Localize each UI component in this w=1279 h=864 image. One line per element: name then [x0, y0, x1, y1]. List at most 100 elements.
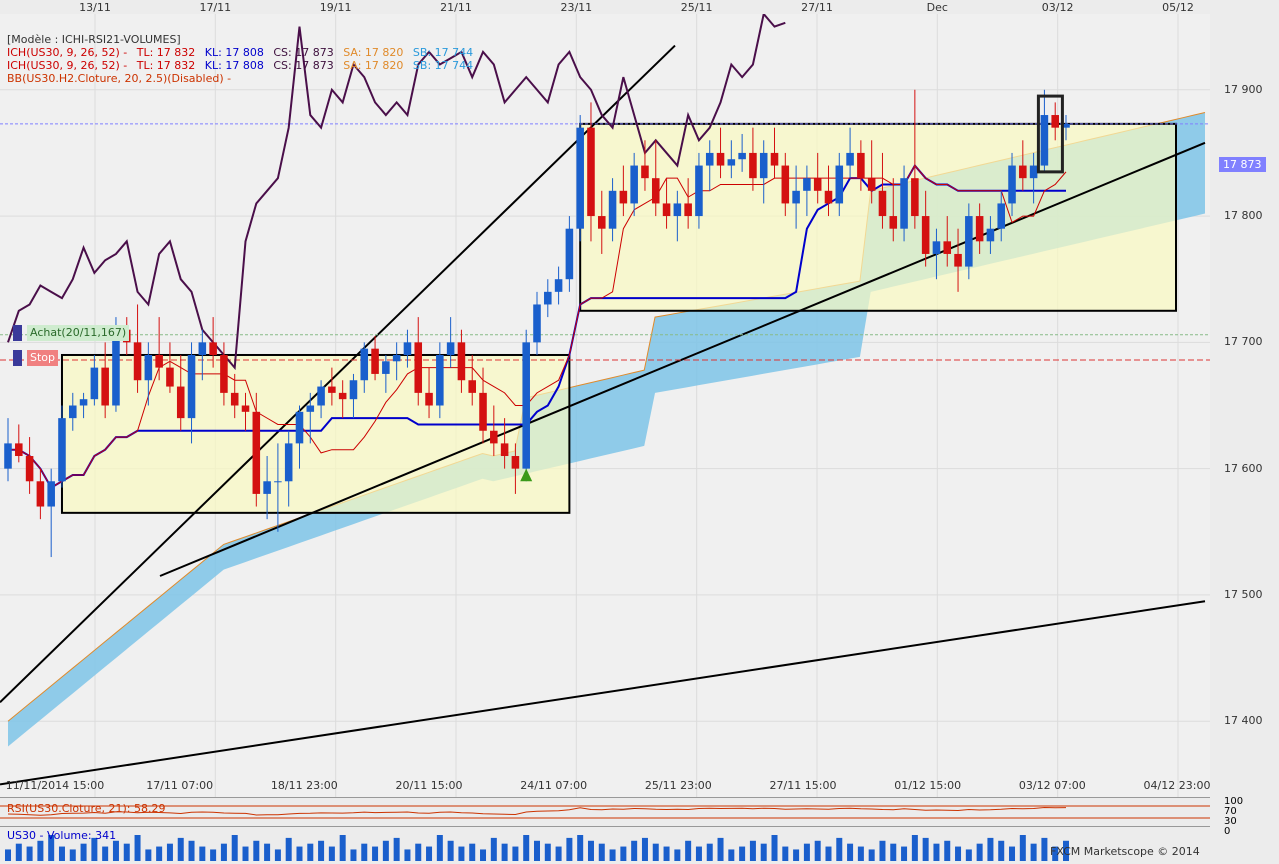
candle-body	[738, 152, 746, 160]
kijun-value: KL: 17 808	[204, 46, 264, 59]
volume-bar	[296, 846, 303, 861]
candle-body	[900, 178, 908, 229]
candle-body	[554, 279, 563, 292]
volume-bar	[706, 843, 713, 861]
volume-bar	[857, 846, 864, 861]
copyright: FXCM Marketscope © 2014	[1050, 845, 1200, 858]
candle-body	[997, 203, 1006, 229]
top-time-label: 25/11	[680, 1, 713, 14]
volume-bar	[480, 849, 487, 861]
tenkan-value: TL: 17 832	[136, 46, 196, 59]
volume-panel[interactable]	[0, 826, 1210, 861]
volume-bar	[393, 837, 400, 861]
candle-body	[500, 443, 509, 457]
rsi-plot	[0, 805, 1210, 819]
candle-body	[25, 456, 34, 482]
volume-bar	[512, 846, 519, 861]
candle-body	[824, 190, 833, 204]
candle-body	[511, 456, 520, 469]
top-time-label: 05/12	[1162, 1, 1194, 14]
volume-bar	[112, 840, 119, 861]
ich-name: ICH(US30, 9, 26, 52) -	[7, 46, 128, 59]
candle-body	[112, 329, 120, 406]
rsi-panel[interactable]	[0, 797, 1210, 826]
rsi-line	[7, 806, 1067, 816]
price-tick-label: 17 700	[1224, 335, 1263, 349]
candle-body	[15, 443, 23, 457]
bottom-time-label: 04/12 23:00	[1143, 779, 1211, 792]
bottom-time-label: 03/12 07:00	[1018, 779, 1086, 792]
price-scale[interactable]	[1210, 14, 1279, 797]
volume-bar	[447, 840, 454, 861]
volume-bar	[1041, 837, 1048, 861]
volume-bar	[825, 846, 832, 861]
candle-body	[338, 392, 347, 400]
volume-bar	[674, 849, 681, 861]
chikou-value: CS: 17 873	[273, 46, 334, 59]
candle-body	[846, 152, 854, 166]
price-tick-label: 17 600	[1224, 461, 1263, 475]
volume-bar	[555, 846, 562, 861]
candle-body	[101, 367, 109, 406]
candle-body	[878, 190, 887, 217]
volume-bar	[847, 843, 854, 861]
volume-bar	[685, 840, 692, 861]
buy-order-tag[interactable]: Achat(20/11,167)	[27, 325, 130, 341]
volume-bar	[102, 846, 109, 861]
candle-body	[284, 443, 293, 482]
candle-body	[986, 228, 995, 242]
candle-body	[1008, 165, 1016, 204]
volume-bar	[803, 843, 810, 861]
volume-bar	[749, 840, 756, 861]
stop-order-marker-icon[interactable]	[13, 350, 22, 366]
volume-bar	[760, 843, 767, 861]
volume-bar	[274, 849, 281, 861]
candle-body	[4, 443, 12, 469]
bottom-time-label: 25/11 23:00	[644, 779, 712, 792]
candle-body	[781, 165, 790, 204]
volume-bar	[641, 837, 648, 861]
candle-body	[975, 216, 984, 242]
volume-bar	[210, 849, 217, 861]
candle-body	[1051, 115, 1059, 128]
volume-bar	[58, 846, 65, 861]
candle-body	[587, 127, 595, 217]
buy-order-marker-icon[interactable]	[13, 325, 22, 341]
candle-body	[792, 190, 800, 204]
top-time-axis: 13/11 17/11 19/11 21/11 23/11 25/11 27/11 Dec 03…	[0, 0, 1279, 14]
candle-body	[414, 342, 423, 393]
volume-bar	[199, 846, 206, 861]
volume-bar	[318, 840, 325, 861]
candle	[576, 115, 584, 242]
candle-body	[446, 342, 455, 355]
candle-body	[619, 190, 628, 204]
volume-bar	[836, 837, 843, 861]
volume-label: US30 - Volume: 341	[7, 829, 117, 842]
volume-bar	[663, 846, 670, 861]
candle-body	[295, 411, 304, 444]
volume-bar	[598, 843, 605, 861]
volume-bar	[458, 846, 465, 861]
candle-body	[749, 152, 757, 179]
ichimoku-legend-1: ICH(US30, 9, 26, 52) - TL: 17 832 KL: 17…	[7, 46, 479, 59]
stop-order-tag[interactable]: Stop	[27, 350, 59, 366]
tenkan-value: TL: 17 832	[136, 59, 196, 72]
volume-bar	[242, 846, 249, 861]
volume-bar	[955, 846, 962, 861]
volume-bar	[782, 846, 789, 861]
candle-body	[522, 342, 530, 469]
volume-bar	[739, 846, 746, 861]
candle-body	[425, 392, 433, 406]
candle-body	[803, 178, 811, 191]
model-label: [Modèle : ICHI-RSI21-VOLUMES]	[7, 33, 181, 46]
price-chart[interactable]	[0, 14, 1279, 797]
volume-bar	[1019, 835, 1026, 861]
top-time-label: Dec	[926, 1, 948, 14]
volume-bar	[534, 840, 540, 861]
bottom-time-label: 17/11 07:00	[146, 779, 214, 792]
price-tick-label: 17 500	[1224, 587, 1263, 601]
candle-body	[79, 399, 88, 406]
candle-body	[274, 481, 282, 483]
volume-bar	[1009, 846, 1016, 861]
volume-bar	[415, 843, 422, 861]
